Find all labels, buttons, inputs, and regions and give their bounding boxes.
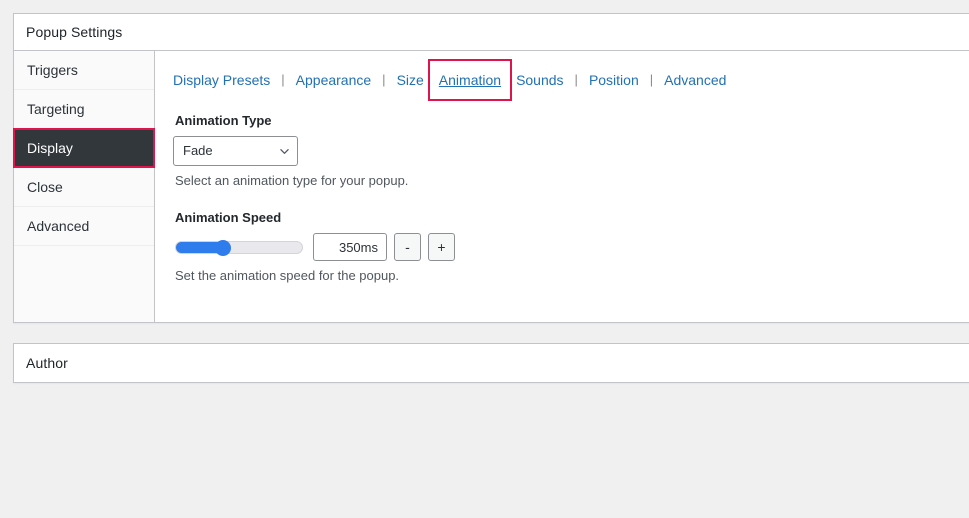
display-settings-pane: Display Presets | Appearance | Size Anim… xyxy=(155,51,969,322)
sidebar-item-triggers[interactable]: Triggers xyxy=(14,51,154,90)
tab-size[interactable]: Size xyxy=(397,70,424,90)
sidebar-item-close[interactable]: Close xyxy=(14,168,154,207)
tab-sounds[interactable]: Sounds xyxy=(516,70,563,90)
sidebar-item-label: Triggers xyxy=(27,62,78,78)
popup-settings-metabox: Popup Settings Triggers Targeting Displa… xyxy=(13,13,969,323)
author-metabox-title: Author xyxy=(26,355,68,371)
settings-sidebar: Triggers Targeting Display Close Advance… xyxy=(14,51,155,322)
tab-appearance[interactable]: Appearance xyxy=(296,70,372,90)
sidebar-item-label: Close xyxy=(27,179,63,195)
animation-type-field: Animation Type Fade Select an animation … xyxy=(173,113,969,188)
tab-position[interactable]: Position xyxy=(589,70,639,90)
sidebar-item-label: Advanced xyxy=(27,218,89,234)
animation-speed-description: Set the animation speed for the popup. xyxy=(175,268,969,283)
animation-speed-input[interactable] xyxy=(313,233,387,261)
animation-type-label: Animation Type xyxy=(175,113,969,128)
tab-animation[interactable]: Animation xyxy=(428,65,512,95)
animation-speed-field: Animation Speed - + Set the animation sp… xyxy=(173,210,969,283)
page-title: Popup Settings xyxy=(26,24,122,40)
subtab-separator: | xyxy=(575,70,578,90)
animation-type-select-wrap: Fade xyxy=(173,136,298,166)
animation-speed-controls: - + xyxy=(175,233,969,261)
animation-speed-slider[interactable] xyxy=(175,240,303,254)
animation-type-select[interactable]: Fade xyxy=(173,136,298,166)
sidebar-item-targeting[interactable]: Targeting xyxy=(14,90,154,129)
author-metabox-header[interactable]: Author xyxy=(14,344,969,382)
sidebar-item-label: Targeting xyxy=(27,101,85,117)
animation-type-description: Select an animation type for your popup. xyxy=(175,173,969,188)
popup-settings-header: Popup Settings xyxy=(14,14,969,51)
popup-settings-body: Triggers Targeting Display Close Advance… xyxy=(14,51,969,322)
sidebar-item-label: Display xyxy=(27,140,73,156)
subtab-separator: | xyxy=(650,70,653,90)
animation-speed-decrement-button[interactable]: - xyxy=(394,233,421,261)
author-metabox: Author xyxy=(13,343,969,383)
sidebar-item-advanced[interactable]: Advanced xyxy=(14,207,154,246)
tab-advanced[interactable]: Advanced xyxy=(664,70,726,90)
subtab-separator: | xyxy=(382,70,385,90)
animation-speed-label: Animation Speed xyxy=(175,210,969,225)
subtab-separator: | xyxy=(281,70,284,90)
tab-display-presets[interactable]: Display Presets xyxy=(173,70,270,90)
animation-speed-increment-button[interactable]: + xyxy=(428,233,455,261)
display-subtab-bar: Display Presets | Appearance | Size Anim… xyxy=(173,69,969,91)
sidebar-filler xyxy=(14,246,154,318)
sidebar-item-display[interactable]: Display xyxy=(14,129,154,168)
